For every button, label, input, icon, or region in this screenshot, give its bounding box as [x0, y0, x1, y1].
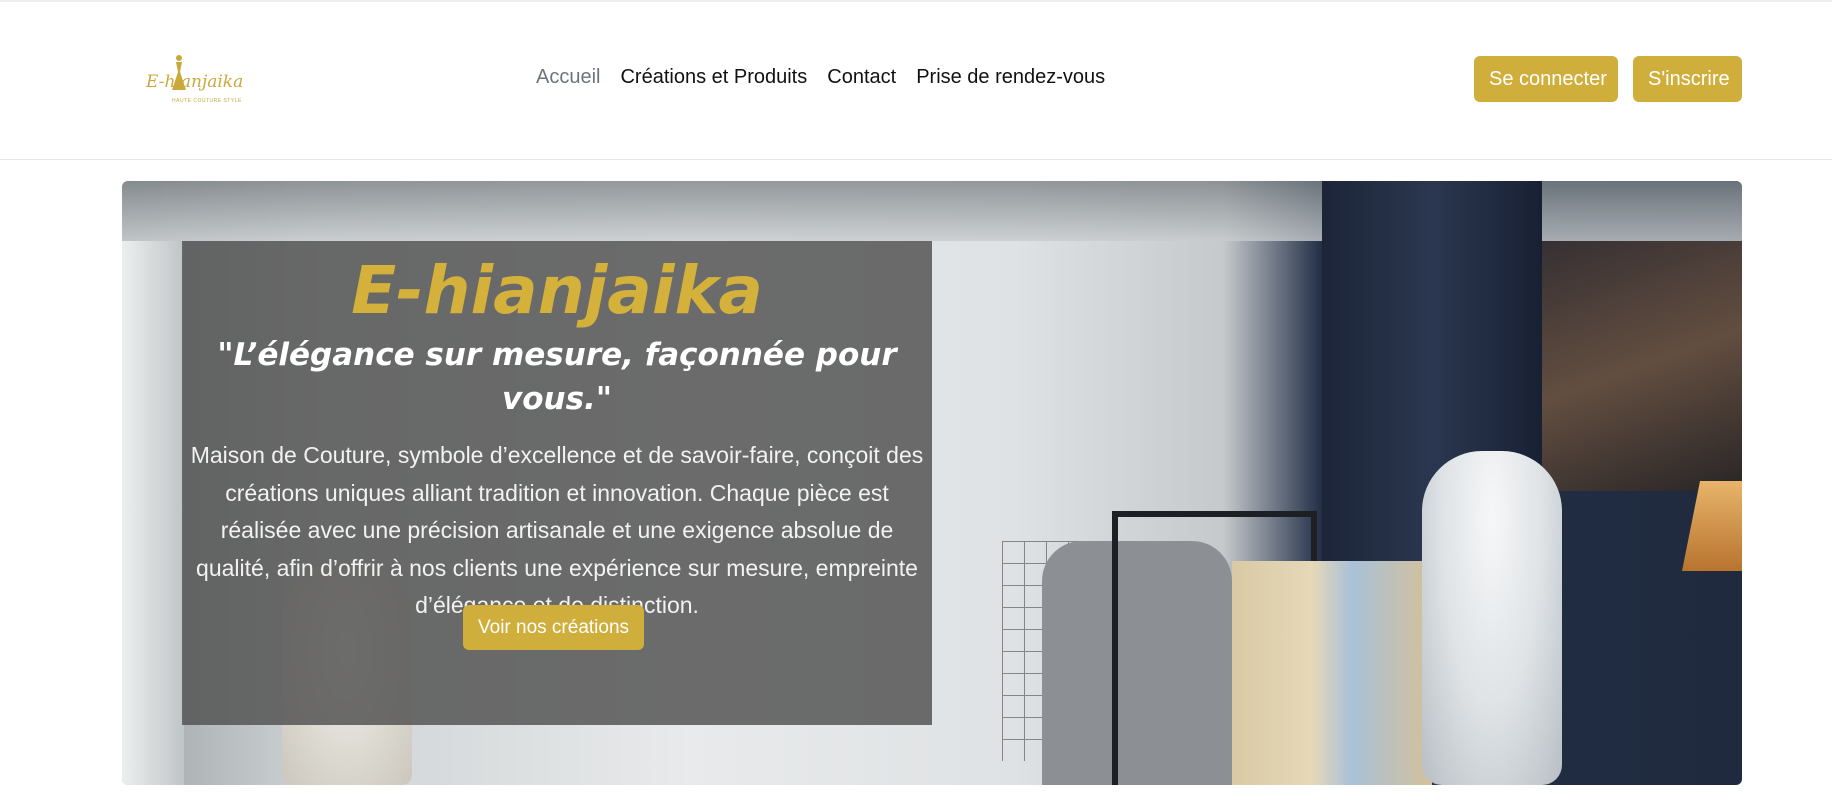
view-creations-button[interactable]: Voir nos créations [463, 605, 645, 650]
hero-bg-mannequin [1422, 451, 1562, 785]
hero-description: Maison de Couture, symbole d’excellence … [190, 442, 924, 618]
hero-caption-panel: E-hianjaika "L’élégance sur mesure, faço… [182, 241, 932, 725]
main-nav: Accueil Créations et Produits Contact Pr… [536, 66, 1105, 89]
brand-logo[interactable]: E-hianjaika HAUTE COUTURE STYLE [146, 54, 246, 110]
login-button[interactable]: Se connecter [1474, 56, 1618, 102]
nav-item-contact[interactable]: Contact [827, 66, 896, 89]
hero-tagline: "L’élégance sur mesure, façonnée pour vo… [217, 337, 897, 417]
nav-item-accueil[interactable]: Accueil [536, 66, 600, 89]
hero-bg-window [122, 241, 184, 785]
logo-subtext: HAUTE COUTURE STYLE [172, 98, 242, 104]
signup-button[interactable]: S'inscrire [1633, 56, 1742, 102]
hero-bg-lamp [1682, 481, 1742, 571]
hero-bg-painting [1542, 241, 1742, 491]
hero-bg-patterns [1232, 561, 1432, 785]
nav-item-rendez-vous[interactable]: Prise de rendez-vous [916, 66, 1105, 89]
logo-text: E-hianjaika [146, 72, 244, 92]
hero-title: E-hianjaika [351, 252, 763, 329]
top-navbar: E-hianjaika HAUTE COUTURE STYLE Accueil … [0, 0, 1832, 160]
nav-item-creations-produits[interactable]: Créations et Produits [620, 66, 807, 89]
